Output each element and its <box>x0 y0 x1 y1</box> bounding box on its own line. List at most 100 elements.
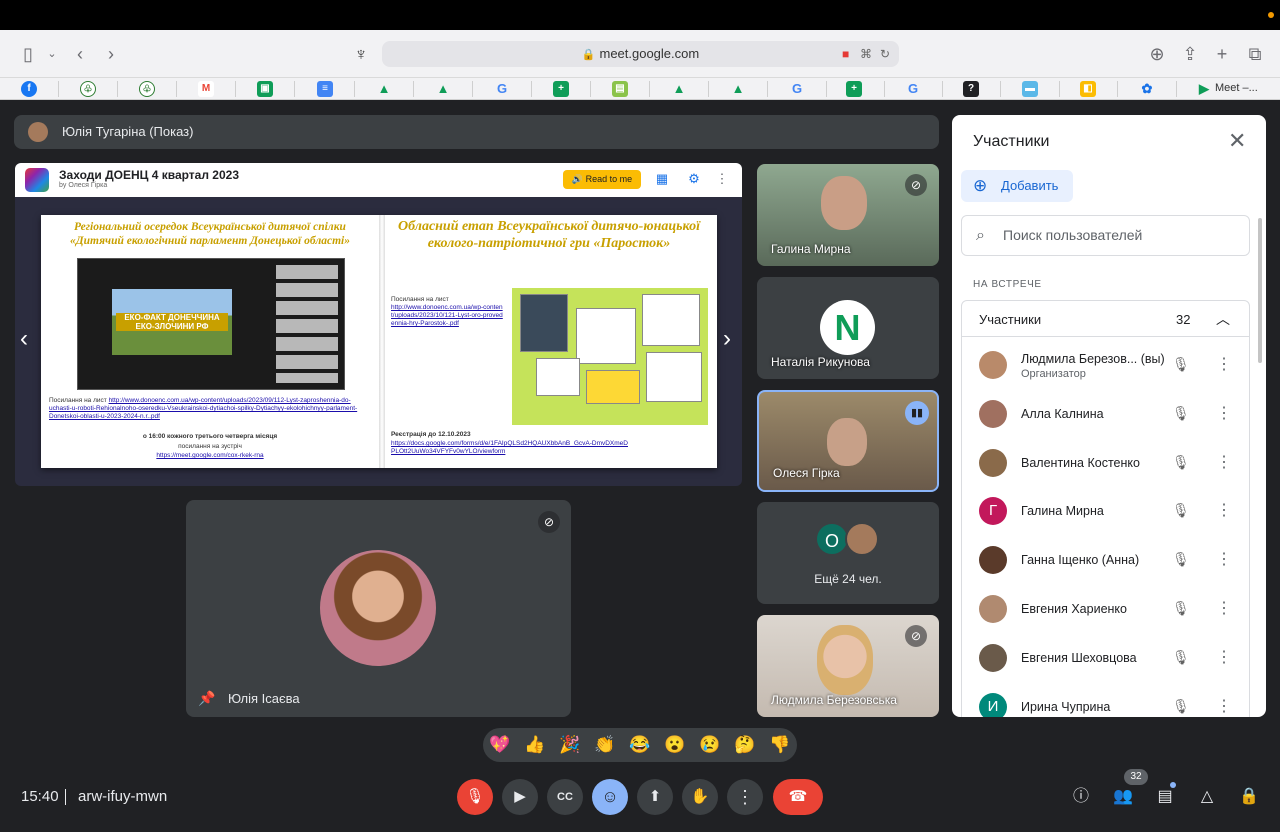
thinking-face-icon[interactable]: 🤔 <box>734 734 756 756</box>
facebook-icon[interactable]: f <box>21 81 37 97</box>
panel-scrollbar[interactable] <box>1258 218 1262 363</box>
grid-view-icon[interactable]: ▦ <box>655 171 669 187</box>
read-to-me-button[interactable]: 🔊 Read to me <box>563 170 641 189</box>
mic-off-icon[interactable]: 🎙 <box>1172 551 1190 568</box>
bookmark-banner-icon[interactable]: ▬ <box>1022 81 1038 97</box>
mic-toggle-button[interactable]: 🎙 <box>457 779 493 815</box>
participant-row[interactable]: И Ирина Чуприна 🎙 ⋮ <box>962 683 1249 717</box>
leave-call-button[interactable]: ☎ <box>773 779 823 815</box>
extension-icon[interactable]: ♆ <box>350 44 372 64</box>
translate-icon[interactable]: ⌘ <box>860 41 872 67</box>
drive-icon[interactable]: ▲ <box>671 81 687 97</box>
right-link-url[interactable]: http://www.donoenc.com.ua/wp-content/upl… <box>391 304 503 328</box>
tabs-overview-icon[interactable]: ⧉ <box>1244 44 1266 64</box>
gear-icon[interactable]: ⚙ <box>687 171 701 187</box>
participant-tile[interactable]: ⊘ Галина Мирна <box>757 164 939 266</box>
participant-row[interactable]: Г Галина Мирна 🎙 ⋮ <box>962 487 1249 536</box>
bookmark-leaf-icon[interactable]: ♧ <box>80 81 96 97</box>
host-controls-icon[interactable]: 🔒 <box>1237 786 1261 808</box>
sparkling-heart-icon[interactable]: 💖 <box>489 734 511 756</box>
more-vert-icon[interactable]: ⋮ <box>1216 452 1232 472</box>
new-tab-icon[interactable]: + <box>1211 44 1233 64</box>
add-people-button[interactable]: ⊕ Добавить <box>961 170 1073 202</box>
sheets-icon[interactable]: + <box>553 81 569 97</box>
left-meet-url[interactable]: https://meet.google.com/cox-rkek-rna <box>49 452 371 460</box>
camera-toggle-button[interactable]: ▶ <box>502 779 538 815</box>
captions-button[interactable]: CC <box>547 779 583 815</box>
share-icon[interactable]: ⇪ <box>1179 44 1201 64</box>
present-button[interactable]: ⬆ <box>637 779 673 815</box>
meet-icon[interactable]: ▶ <box>1196 81 1212 97</box>
mic-off-icon[interactable]: 🎙 <box>1172 649 1190 666</box>
surprised-face-icon[interactable]: 😮 <box>664 734 686 756</box>
presenter-bar[interactable]: Юлія Тугаріна (Показ) <box>14 115 939 149</box>
right-reg-url[interactable]: https://docs.google.com/forms/d/e/1FAIpQ… <box>391 440 631 456</box>
more-vert-icon[interactable]: ⋮ <box>1216 647 1232 667</box>
search-people-input[interactable]: ⌕ Поиск пользователей <box>961 215 1250 256</box>
sheets-icon[interactable]: + <box>846 81 862 97</box>
more-vert-icon[interactable]: ⋮ <box>1216 500 1232 520</box>
more-vert-icon[interactable]: ⋮ <box>715 171 729 187</box>
gmail-icon[interactable]: M <box>198 81 214 97</box>
participant-row[interactable]: Ганна Іщенко (Анна) 🎙 ⋮ <box>962 536 1249 585</box>
close-icon[interactable]: ✕ <box>1228 130 1246 152</box>
bookmark-meet-label[interactable]: Meet –... <box>1215 82 1258 94</box>
participant-row[interactable]: Валентина Костенко 🎙 ⋮ <box>962 439 1249 488</box>
bookmark-leaf-icon[interactable]: ♧ <box>139 81 155 97</box>
reload-icon[interactable]: ↻ <box>880 41 890 67</box>
participant-tile[interactable]: ⊘ Людмила Березовська <box>757 615 939 717</box>
participant-row[interactable]: Евгения Хариенко 🎙 ⋮ <box>962 585 1249 634</box>
google-icon[interactable]: G <box>789 81 805 97</box>
activities-icon[interactable]: △ <box>1195 786 1219 808</box>
chat-icon[interactable]: ▤ <box>1153 786 1177 808</box>
raise-hand-button[interactable]: ✋ <box>682 779 718 815</box>
google-icon[interactable]: G <box>905 81 921 97</box>
address-bar[interactable]: 🔒 meet.google.com ■ ⌘ ↻ <box>382 41 899 67</box>
participant-tile-speaking[interactable]: ▮▮ Олеся Гірка <box>757 390 939 492</box>
drive-icon[interactable]: ▲ <box>376 81 392 97</box>
main-participant-tile[interactable]: ⊘ 📌 Юлія Ісаєва <box>186 500 571 717</box>
thumbs-down-icon[interactable]: 👎 <box>769 734 791 756</box>
participant-row[interactable]: Людмила Березов... (вы) Организатор 🎙 ⋮ <box>962 341 1249 390</box>
joy-face-icon[interactable]: 😂 <box>629 734 651 756</box>
mic-off-icon[interactable]: 🎙 <box>1172 698 1190 715</box>
next-slide-icon[interactable]: › <box>723 327 731 351</box>
reactions-button[interactable]: ☺ <box>592 779 628 815</box>
chevron-up-icon[interactable]: ︿ <box>1216 309 1230 329</box>
sidebar-toggle-icon[interactable]: ▯ <box>17 44 39 64</box>
more-vert-icon[interactable]: ⋮ <box>1216 403 1232 423</box>
forward-icon[interactable]: › <box>100 44 122 64</box>
more-participants-tile[interactable]: О Ещё 24 чел. <box>757 502 939 604</box>
pin-icon[interactable]: 📌 <box>198 690 215 707</box>
mic-off-icon[interactable]: 🎙 <box>1172 502 1190 519</box>
more-vert-icon[interactable]: ⋮ <box>1216 696 1232 716</box>
participant-row[interactable]: Алла Калнина 🎙 ⋮ <box>962 390 1249 439</box>
meeting-info-icon[interactable]: ⓘ <box>1069 786 1093 808</box>
thumbs-up-icon[interactable]: 👍 <box>524 734 546 756</box>
bookmark-photo-icon[interactable]: ◧ <box>1080 81 1096 97</box>
people-icon[interactable]: 👥 <box>1111 786 1135 808</box>
participants-group-header[interactable]: Участники 32 ︿ <box>962 301 1249 337</box>
more-vert-icon[interactable]: ⋮ <box>1216 549 1232 569</box>
mic-off-icon[interactable]: 🎙 <box>1172 600 1190 617</box>
help-icon[interactable]: ? <box>963 81 979 97</box>
chevron-down-icon[interactable]: ⌄ <box>41 44 63 64</box>
camera-in-use-icon[interactable]: ■ <box>842 41 849 67</box>
more-vert-icon[interactable]: ⋮ <box>1216 598 1232 618</box>
back-icon[interactable]: ‹ <box>69 44 91 64</box>
participant-tile[interactable]: N Наталія Рикунова <box>757 277 939 379</box>
docs-icon[interactable]: ≡ <box>317 81 333 97</box>
bookmark-bird-icon[interactable]: ✿ <box>1139 81 1155 97</box>
more-options-button[interactable]: ⋮ <box>727 779 763 815</box>
google-icon[interactable]: G <box>494 81 510 97</box>
drive-icon[interactable]: ▲ <box>435 81 451 97</box>
more-vert-icon[interactable]: ⋮ <box>1216 354 1232 374</box>
download-icon[interactable]: ⊕ <box>1146 44 1168 64</box>
drive-icon[interactable]: ▲ <box>730 81 746 97</box>
mic-off-icon[interactable]: 🎙 <box>1172 356 1190 373</box>
mic-off-icon[interactable]: 🎙 <box>1172 405 1190 422</box>
clapping-hands-icon[interactable]: 👏 <box>594 734 616 756</box>
classroom-icon[interactable]: ▣ <box>257 81 273 97</box>
party-popper-icon[interactable]: 🎉 <box>559 734 581 756</box>
mic-off-icon[interactable]: 🎙 <box>1172 454 1190 471</box>
